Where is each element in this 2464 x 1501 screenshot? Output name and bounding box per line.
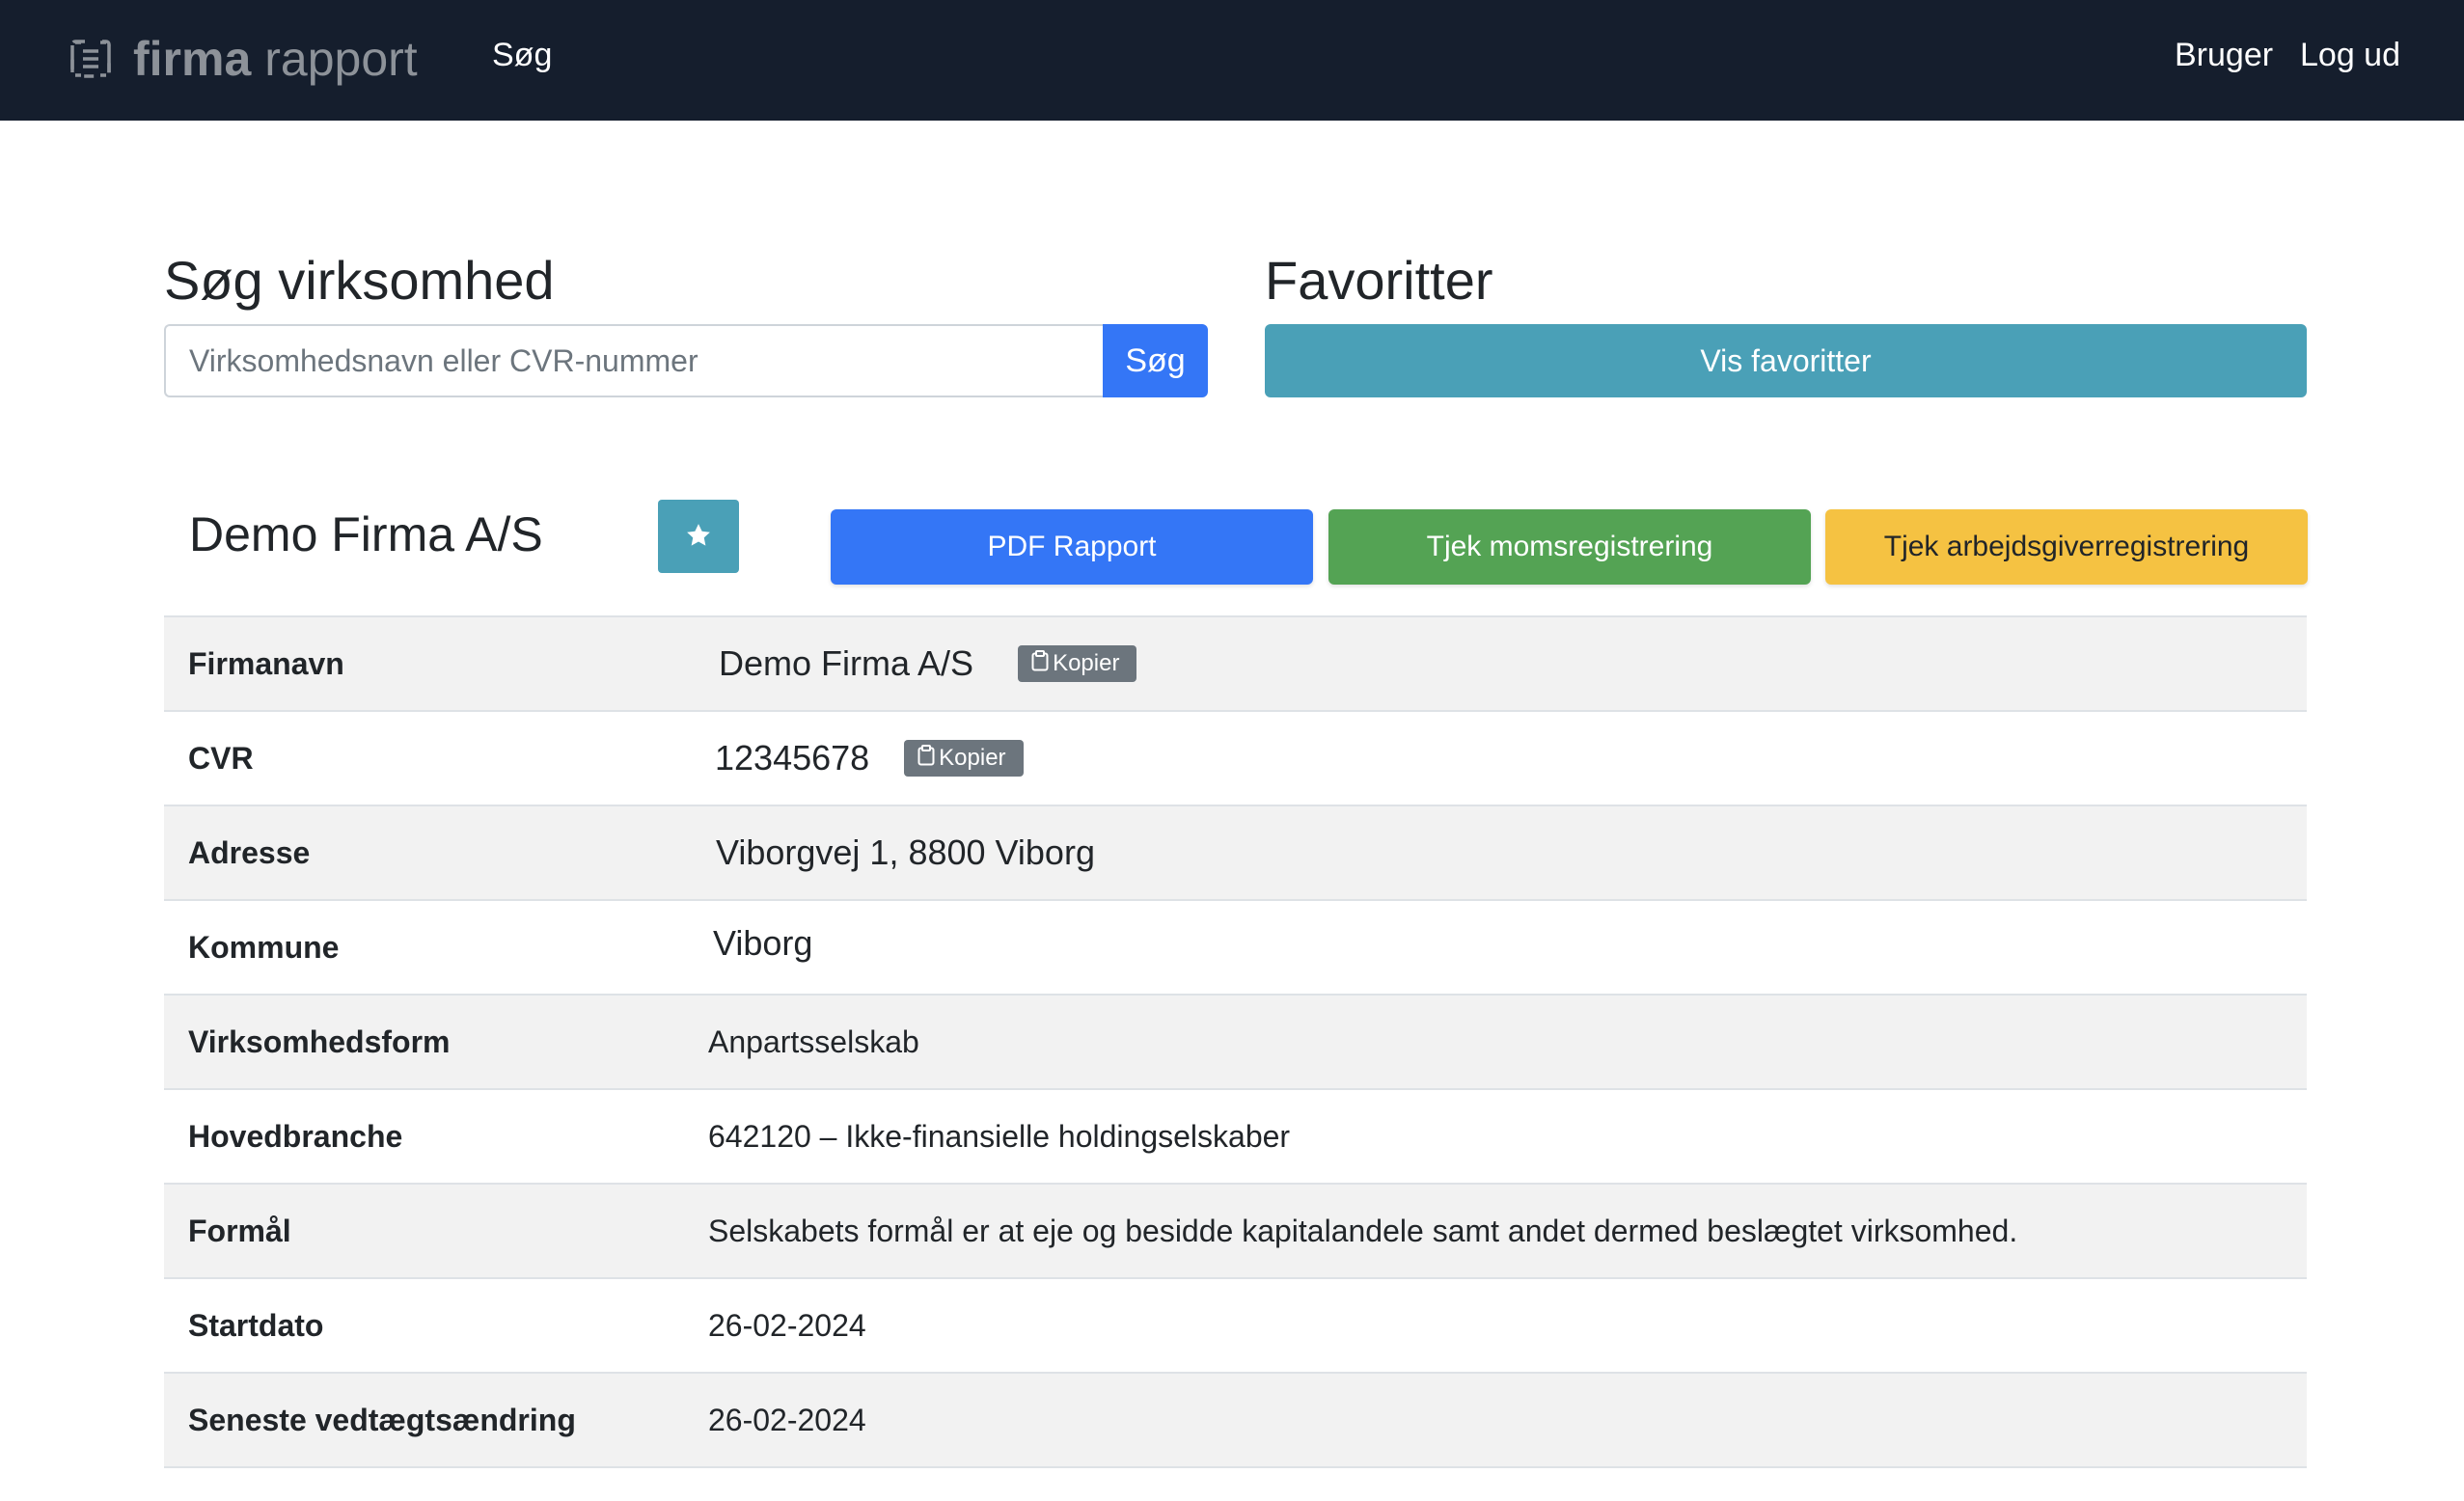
row-label: Seneste vedtægtsændring (188, 1402, 576, 1437)
search-section-title: Søg virksomhed (164, 250, 555, 311)
row-label: CVR (188, 740, 254, 776)
cvr-value: 12345678 (715, 738, 870, 778)
row-value: 642120 – Ikke-finansielle holdingselskab… (708, 1118, 1291, 1154)
company-name-value: Demo Firma A/S (719, 643, 974, 683)
row-label: Adresse (188, 834, 311, 870)
check-vat-registration-button[interactable]: Tjek momsregistrering (1328, 509, 1811, 585)
row-value: Selskabets formål er at eje og besidde k… (708, 1213, 2018, 1248)
star-icon (684, 521, 713, 553)
company-title: Demo Firma A/S (189, 507, 543, 561)
copy-label: Kopier (939, 745, 1006, 771)
row-value: Viborgvej 1, 8800 Viborg (716, 832, 1095, 872)
copy-label: Kopier (1053, 650, 1120, 676)
row-value: Demo Firma A/S Kopier (719, 617, 1137, 710)
table-row-kommune: Kommune Viborg (164, 899, 2307, 994)
row-label: Firmanavn (188, 645, 344, 681)
search-button[interactable]: Søg (1103, 324, 1208, 397)
row-value: 12345678 Kopier (715, 712, 1024, 805)
clipboard-icon (917, 744, 935, 773)
copy-cvr-button[interactable]: Kopier (904, 740, 1024, 777)
top-navbar: firma rapport Søg Bruger Log ud (0, 0, 2464, 121)
table-row-firmanavn: Firmanavn Demo Firma A/S Kopier (164, 615, 2307, 710)
show-favorites-button[interactable]: Vis favoritter (1265, 324, 2307, 397)
search-input-group: Søg (164, 324, 1208, 397)
row-value: Viborg (713, 923, 813, 963)
nav-link-search[interactable]: Søg (492, 37, 552, 74)
row-label: Startdato (188, 1307, 324, 1343)
nav-link-user[interactable]: Bruger (2175, 37, 2273, 74)
copy-company-name-button[interactable]: Kopier (1018, 645, 1137, 682)
brand-name-light: rapport (264, 32, 418, 86)
row-value: Anpartsselskab (708, 1023, 919, 1059)
company-info-table: Firmanavn Demo Firma A/S Kopier CVR 1234… (164, 615, 2307, 1468)
clipboard-icon (1031, 649, 1049, 678)
favorites-section-title: Favoritter (1265, 250, 1493, 311)
table-row-hovedbranche: Hovedbranche 642120 – Ikke-finansielle h… (164, 1088, 2307, 1183)
table-row-virksomhedsform: Virksomhedsform Anpartsselskab (164, 994, 2307, 1088)
table-row-cvr: CVR 12345678 Kopier (164, 710, 2307, 805)
row-label: Virksomhedsform (188, 1023, 451, 1059)
row-label: Hovedbranche (188, 1118, 403, 1154)
nav-link-logout[interactable]: Log ud (2300, 37, 2400, 74)
table-row-seneste-vedtaegtsaendring: Seneste vedtægtsændring 26-02-2024 (164, 1372, 2307, 1468)
row-value: 26-02-2024 (708, 1307, 866, 1343)
row-label: Kommune (188, 929, 340, 965)
table-row-adresse: Adresse Viborgvej 1, 8800 Viborg (164, 805, 2307, 899)
table-row-formaal: Formål Selskabets formål er at eje og be… (164, 1183, 2307, 1277)
favorite-toggle-button[interactable] (658, 500, 739, 573)
search-input[interactable] (164, 324, 1103, 397)
pdf-report-button[interactable]: PDF Rapport (831, 509, 1313, 585)
row-label: Formål (188, 1213, 291, 1248)
document-list-icon (69, 38, 112, 80)
brand-logo[interactable]: firma rapport (69, 25, 418, 93)
brand-name-strong: firma (133, 32, 252, 86)
check-employer-registration-button[interactable]: Tjek arbejdsgiverregistrering (1825, 509, 2308, 585)
table-row-startdato: Startdato 26-02-2024 (164, 1277, 2307, 1372)
row-value: 26-02-2024 (708, 1402, 866, 1437)
